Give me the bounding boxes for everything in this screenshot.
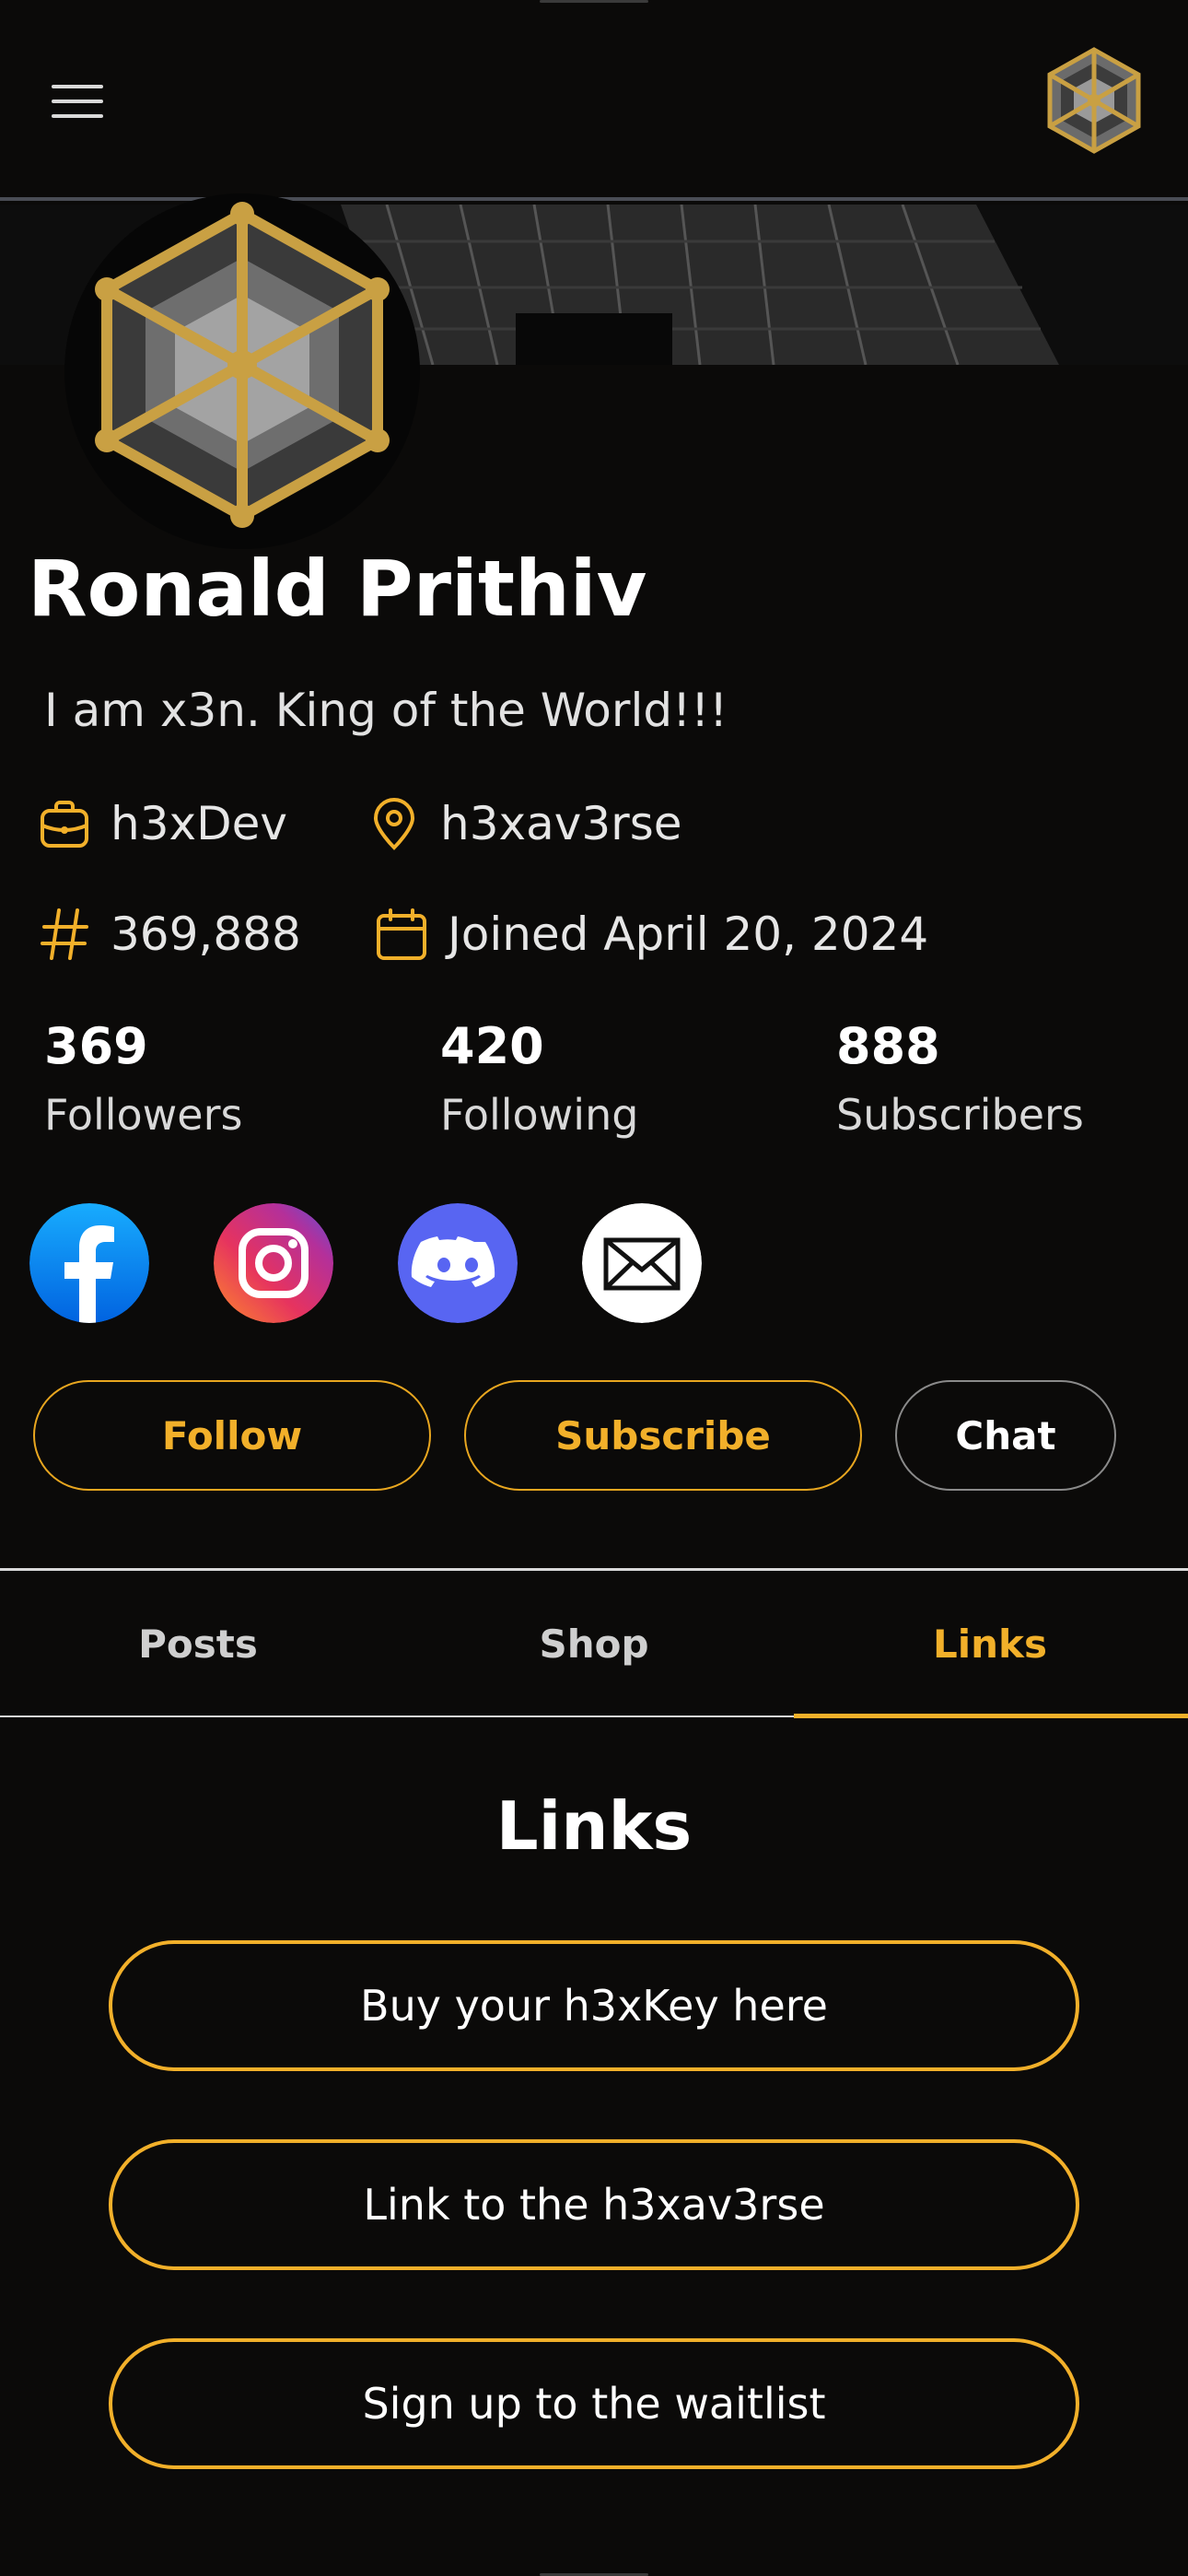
avatar[interactable]: [64, 193, 420, 549]
tab-links[interactable]: Links: [792, 1571, 1188, 1716]
subscribe-button[interactable]: Subscribe: [464, 1380, 862, 1491]
link-button-waitlist[interactable]: Sign up to the waitlist: [109, 2338, 1079, 2469]
profile-tabs: Posts Shop Links: [0, 1568, 1188, 1717]
joined-info: Joined April 20, 2024: [372, 905, 928, 964]
link-button-h3xav3rse[interactable]: Link to the h3xav3rse: [109, 2139, 1079, 2270]
follow-button[interactable]: Follow: [33, 1380, 431, 1491]
facebook-icon[interactable]: [29, 1203, 149, 1323]
hexagon-logo-icon[interactable]: [1042, 44, 1146, 157]
stat-label: Subscribers: [836, 1090, 1084, 1140]
tag-text: 369,888: [111, 907, 301, 961]
profile-bio: I am x3n. King of the World!!!: [44, 684, 728, 737]
status-indicator: [540, 0, 648, 3]
stat-value: 420: [440, 1017, 544, 1075]
hashtag-icon: [35, 905, 94, 964]
joined-text: Joined April 20, 2024: [448, 907, 929, 961]
stat-following[interactable]: 420 Following: [440, 1017, 638, 1144]
tag-info: 369,888: [35, 905, 301, 964]
tab-shop[interactable]: Shop: [396, 1571, 792, 1716]
top-bar: [0, 0, 1188, 201]
section-title: Links: [495, 1787, 693, 1865]
briefcase-icon: [35, 794, 94, 853]
stat-label: Followers: [44, 1090, 243, 1140]
stat-subscribers[interactable]: 888 Subscribers: [836, 1017, 1084, 1144]
work-text: h3xDev: [111, 797, 287, 850]
stat-followers[interactable]: 369 Followers: [44, 1017, 242, 1144]
discord-icon[interactable]: [398, 1203, 518, 1323]
calendar-icon: [372, 905, 431, 964]
work-info: h3xDev: [35, 794, 287, 853]
stat-value: 888: [836, 1017, 940, 1075]
profile-name: Ronald Prithiv: [28, 544, 647, 634]
tab-posts[interactable]: Posts: [0, 1571, 396, 1716]
email-icon[interactable]: [582, 1203, 702, 1323]
link-button-h3xkey[interactable]: Buy your h3xKey here: [109, 1940, 1079, 2071]
chat-button[interactable]: Chat: [895, 1380, 1116, 1491]
active-tab-indicator: [794, 1714, 1188, 1718]
location-info: h3xav3rse: [365, 794, 682, 853]
map-pin-icon: [365, 794, 424, 853]
hamburger-menu-icon[interactable]: [52, 85, 103, 122]
location-text: h3xav3rse: [440, 797, 682, 850]
stat-label: Following: [440, 1090, 639, 1140]
instagram-icon[interactable]: [214, 1203, 333, 1323]
stat-value: 369: [44, 1017, 148, 1075]
